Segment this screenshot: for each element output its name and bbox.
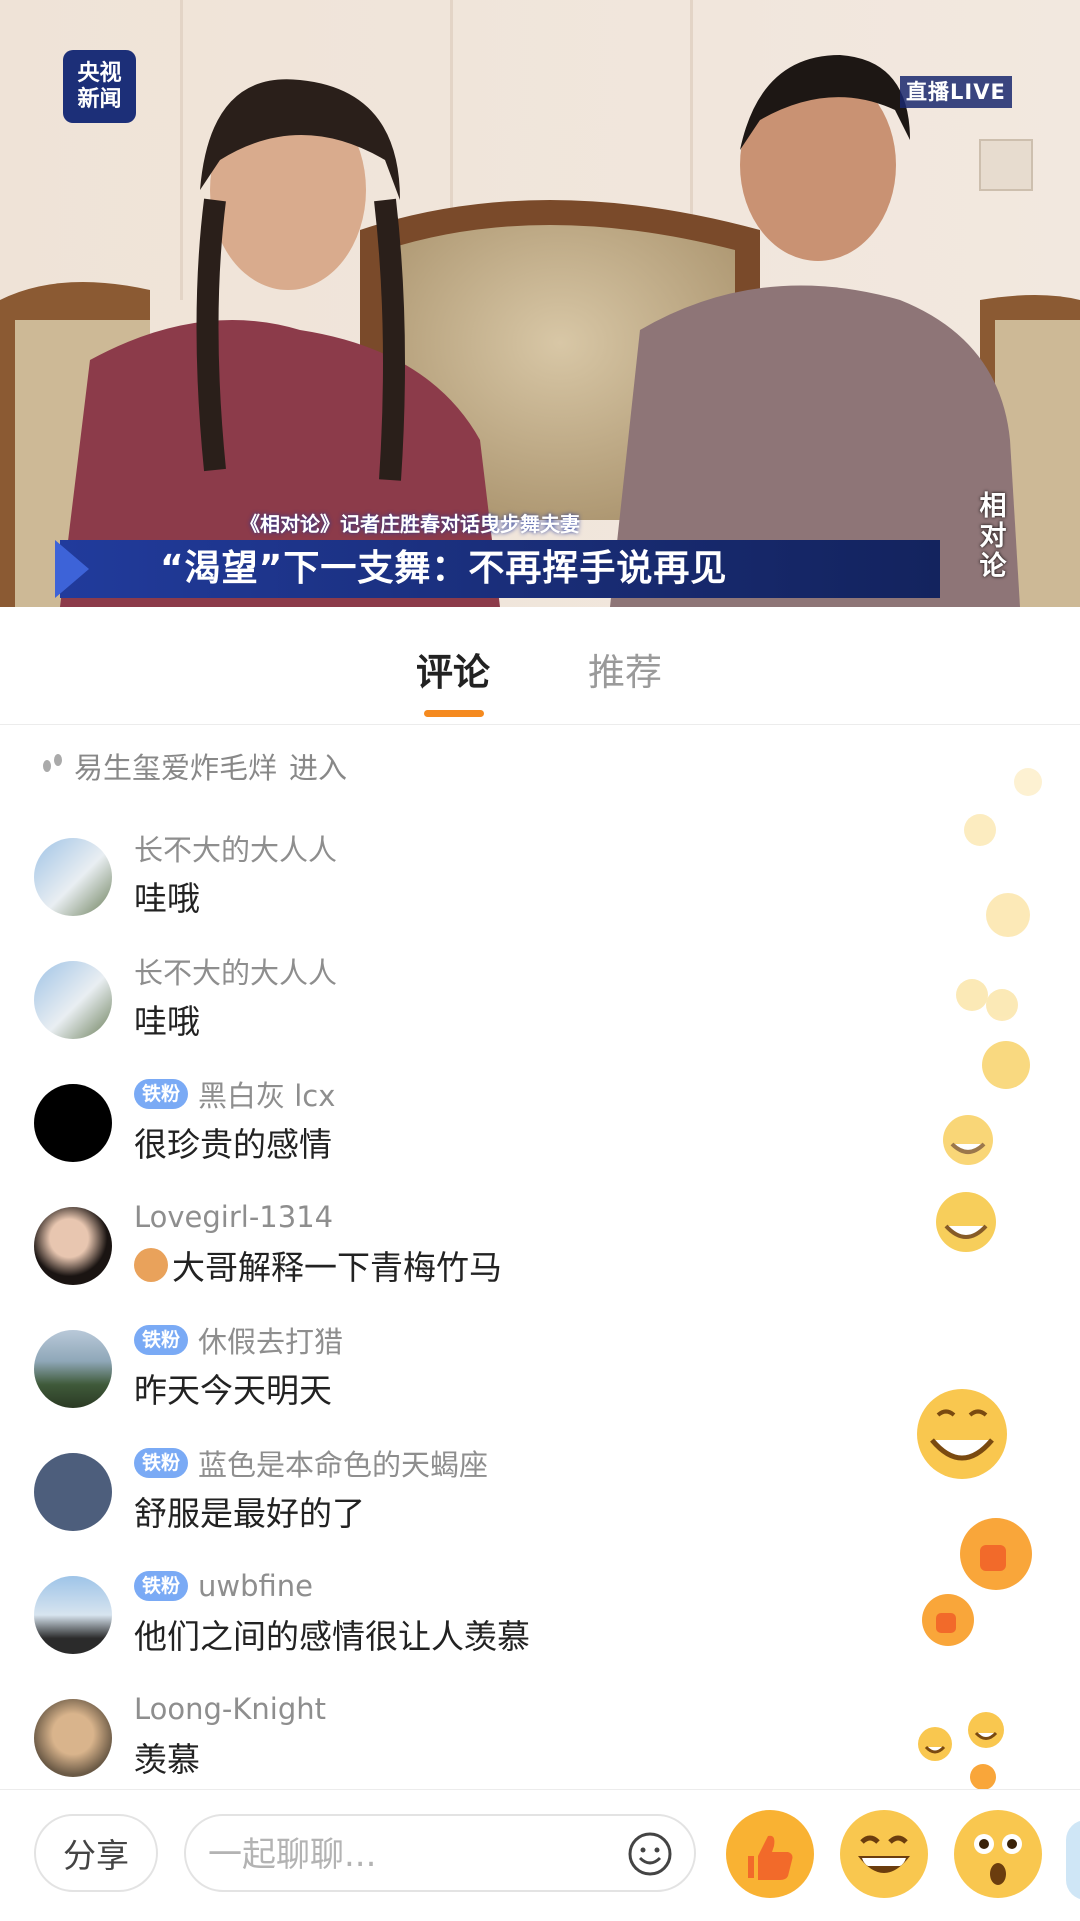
avatar[interactable]: [34, 1453, 112, 1531]
comment-text: 昨天今天明天: [134, 1371, 332, 1410]
chat-input[interactable]: [206, 1826, 610, 1884]
comment-body: 哇哦: [134, 872, 200, 920]
enter-notice-user[interactable]: 易生玺爱炸毛烊: [74, 745, 277, 787]
comment-header: 铁粉 uwbfine: [134, 1566, 313, 1606]
surprised-icon[interactable]: [952, 1808, 1044, 1900]
comment-body: 羡慕: [134, 1733, 200, 1781]
comment-text: 哇哦: [134, 879, 200, 918]
emoji-picker-icon[interactable]: [626, 1830, 674, 1878]
live-video-player[interactable]: 央视 新闻 直播LIVE 《相对论》记者庄胜春对话曳步舞夫妻 “渴望”下一支舞：…: [0, 0, 1080, 607]
live-badge: 直播LIVE: [900, 76, 1012, 108]
fan-badge: 铁粉: [134, 1448, 189, 1478]
program-mark: 相 对 论: [968, 492, 1018, 582]
comment-username[interactable]: uwbfine: [198, 1569, 313, 1603]
fan-badge: 铁粉: [134, 1079, 189, 1109]
comment-body: 舒服是最好的了: [134, 1487, 365, 1535]
avatar[interactable]: [34, 961, 112, 1039]
avatar[interactable]: [34, 1699, 112, 1777]
comment-text: 羡慕: [134, 1740, 200, 1779]
comment-text: 他们之间的感情很让人羡慕: [134, 1617, 530, 1656]
enter-notice-action: 进入: [289, 751, 348, 785]
grin-icon[interactable]: [838, 1808, 930, 1900]
comment-body: 他们之间的感情很让人羡慕: [134, 1610, 530, 1658]
comment-header: Loong-Knight: [134, 1689, 326, 1729]
avatar[interactable]: [34, 1084, 112, 1162]
thumbs-up-icon[interactable]: [724, 1808, 816, 1900]
floating-reaction-layer: [917, 768, 1042, 1790]
active-tab-indicator: [424, 710, 484, 717]
headline-text: “渴望”下一支舞：不再挥手说再见: [160, 548, 728, 589]
more-reactions-peek[interactable]: [1066, 1820, 1080, 1900]
avatar[interactable]: [34, 838, 112, 916]
comment-username[interactable]: 黑白灰 lcx: [198, 1073, 335, 1115]
comment-text: 大哥解释一下青梅竹马: [172, 1248, 502, 1287]
avatar[interactable]: [34, 1207, 112, 1285]
comment-header: 长不大的大人人: [134, 951, 337, 991]
comment-username[interactable]: 休假去打猎: [198, 1319, 343, 1361]
comment-header: 铁粉 休假去打猎: [134, 1320, 343, 1360]
comment-username[interactable]: 长不大的大人人: [134, 950, 337, 992]
comment-header: 铁粉 黑白灰 lcx: [134, 1074, 335, 1114]
comment-text: 很珍贵的感情: [134, 1125, 332, 1164]
comment-header: 长不大的大人人: [134, 828, 337, 868]
comment-body: 哇哦: [134, 995, 200, 1043]
logo-line-1: 央视: [77, 60, 122, 86]
logo-line-2: 新闻: [77, 86, 122, 112]
program-mark-char: 对: [979, 521, 1007, 552]
comment-username[interactable]: Loong-Knight: [134, 1692, 326, 1726]
enter-notice: 易生玺爱炸毛烊 进入: [40, 745, 347, 787]
comment-header: Lovegirl-1314: [134, 1197, 333, 1237]
comment-text: 舒服是最好的了: [134, 1494, 365, 1533]
program-subtitle: 《相对论》记者庄胜春对话曳步舞夫妻: [240, 512, 580, 536]
chat-input-box[interactable]: [184, 1814, 696, 1892]
tab-bar: 评论 推荐: [0, 607, 1080, 725]
footprints-icon: [40, 750, 66, 782]
comment-header: 铁粉 蓝色是本命色的天蝎座: [134, 1443, 488, 1483]
tab-comments[interactable]: 评论: [416, 642, 490, 696]
cctv-news-logo: 央视 新闻: [63, 50, 136, 123]
avatar[interactable]: [34, 1330, 112, 1408]
comment-body: 很珍贵的感情: [134, 1118, 332, 1166]
program-mark-char: 相: [979, 491, 1007, 522]
comment-body: 昨天今天明天: [134, 1364, 332, 1412]
comment-username[interactable]: 蓝色是本命色的天蝎座: [198, 1442, 488, 1484]
comment-body: 大哥解释一下青梅竹马: [134, 1241, 502, 1289]
avatar[interactable]: [34, 1576, 112, 1654]
share-button[interactable]: 分享: [34, 1814, 158, 1892]
tab-recommend[interactable]: 推荐: [588, 642, 662, 696]
comment-username[interactable]: Lovegirl-1314: [134, 1200, 333, 1234]
comment-text: 哇哦: [134, 1002, 200, 1041]
fan-badge: 铁粉: [134, 1325, 189, 1355]
program-mark-char: 论: [979, 551, 1007, 582]
banner-chevron-icon: [55, 540, 89, 598]
bottom-bar: 分享: [0, 1789, 1080, 1921]
fan-badge: 铁粉: [134, 1571, 189, 1601]
comment-username[interactable]: 长不大的大人人: [134, 827, 337, 869]
cat-emoji-icon: [134, 1248, 168, 1282]
